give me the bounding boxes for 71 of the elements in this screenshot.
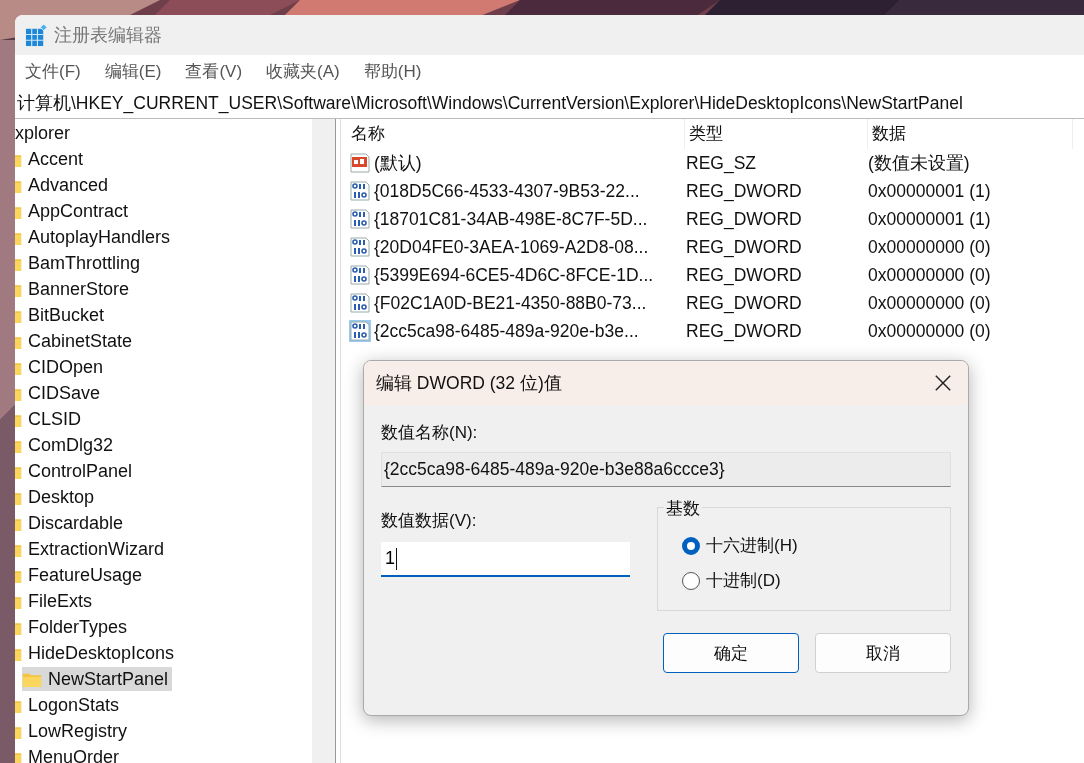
tree-item[interactable]: CIDOpen bbox=[15, 355, 108, 379]
table-cell-text: 0x00000001 (1) bbox=[867, 180, 992, 202]
tree-item[interactable]: FeatureUsage bbox=[15, 563, 147, 587]
table-cell: {5399E694-6CE5-4D6C-8FCE-1D... bbox=[374, 264, 654, 286]
ok-button[interactable]: 确定 bbox=[663, 633, 799, 673]
tree-item[interactable]: Desktop bbox=[15, 485, 99, 509]
table-cell: {2cc5ca98-6485-489a-920e-b3e... bbox=[374, 320, 639, 342]
table-cell: {18701C81-34AB-498E-8C7F-5D... bbox=[374, 208, 648, 230]
table-cell-text: 0x00000000 (0) bbox=[867, 264, 992, 286]
table-cell-text: REG_DWORD bbox=[685, 236, 803, 258]
menu-item[interactable]: 查看(V) bbox=[183, 60, 245, 83]
table-cell: {018D5C66-4533-4307-9B53-22... bbox=[374, 180, 640, 202]
tree-item[interactable]: CabinetState bbox=[15, 329, 137, 353]
tree-item[interactable]: ExtractionWizard bbox=[15, 537, 169, 561]
menu-item[interactable]: 文件(F) bbox=[23, 60, 83, 83]
tree-item[interactable]: AppContract bbox=[15, 199, 133, 223]
table-cell-text: REG_DWORD bbox=[685, 292, 803, 314]
tree-item[interactable]: FileExts bbox=[15, 589, 96, 613]
tree-item[interactable]: Advanced bbox=[15, 173, 113, 197]
data-input-field[interactable]: 1 bbox=[381, 542, 630, 577]
radio-option[interactable]: 十进制(D) bbox=[682, 569, 950, 592]
table-cell: {20D04FE0-3AEA-1069-A2D8-08... bbox=[374, 236, 649, 258]
radio-button[interactable] bbox=[682, 536, 700, 555]
radio-option[interactable]: 十六进制(H) bbox=[682, 534, 950, 557]
scrollbar-track[interactable] bbox=[312, 119, 336, 763]
tree-item[interactable]: AutoplayHandlers bbox=[15, 225, 175, 249]
tree-item[interactable]: BitBucket bbox=[15, 303, 109, 327]
tree-item[interactable]: LogonStats bbox=[15, 693, 124, 717]
tree-item[interactable]: LowRegistry bbox=[15, 719, 132, 743]
tree-item[interactable]: FolderTypes bbox=[15, 615, 132, 639]
tree-item[interactable]: BamThrottling bbox=[15, 251, 145, 275]
column-header[interactable]: 类型 bbox=[685, 119, 868, 149]
dialog-title: 编辑 DWORD (32 位)值 bbox=[376, 372, 562, 395]
tree-item[interactable]: CIDSave bbox=[15, 381, 105, 405]
tree-item[interactable]: HideDesktopIcons bbox=[15, 641, 179, 665]
table-cell-text: REG_DWORD bbox=[685, 180, 803, 202]
table-cell: {F02C1A0D-BE21-4350-88B0-73... bbox=[374, 292, 647, 314]
tree-item[interactable]: MenuOrder bbox=[15, 745, 124, 763]
cancel-button[interactable]: 取消 bbox=[815, 633, 951, 673]
window-title: 注册表编辑器 bbox=[54, 24, 162, 47]
tree-item[interactable]: BannerStore bbox=[15, 277, 134, 301]
table-cell-text: REG_DWORD bbox=[685, 208, 803, 230]
tree-item[interactable]: Discardable bbox=[15, 511, 128, 535]
tree-item[interactable]: CLSID bbox=[15, 407, 85, 431]
menu-item[interactable]: 帮助(H) bbox=[361, 60, 424, 83]
table-cell-text: REG_DWORD bbox=[685, 264, 803, 286]
table-cell-text: 0x00000001 (1) bbox=[867, 208, 992, 230]
tree-item[interactable]: xplorer bbox=[15, 121, 75, 145]
name-field[interactable]: {2cc5ca98-6485-489a-920e-b3e88a6ccce3} bbox=[381, 452, 951, 487]
close-icon[interactable] bbox=[934, 374, 952, 392]
table-cell-text: 0x00000000 (0) bbox=[867, 320, 992, 342]
table-cell-text: 0x00000000 (0) bbox=[867, 236, 992, 258]
tree-item[interactable]: NewStartPanel bbox=[22, 667, 173, 691]
column-header[interactable]: 数据 bbox=[868, 119, 1073, 149]
menu-item[interactable]: 收藏夹(A) bbox=[264, 60, 342, 83]
address-field[interactable]: 计算机\HKEY_CURRENT_USER\Software\Microsoft\Windows\CurrentVersion\Explorer\HideDesktopIcons\NewStartPanel bbox=[15, 88, 1084, 119]
tree-item[interactable]: ComDlg32 bbox=[15, 433, 118, 457]
field-label: 数值名称(N): bbox=[381, 422, 479, 444]
tree-item[interactable]: Accent bbox=[15, 147, 88, 171]
field-label: 数值数据(V): bbox=[381, 510, 478, 532]
menu-item[interactable]: 编辑(E) bbox=[102, 60, 164, 83]
group-label: 基数 bbox=[664, 497, 702, 520]
tree-item[interactable]: ControlPanel bbox=[15, 459, 137, 483]
column-header[interactable]: 名称 bbox=[349, 119, 685, 149]
radio-button[interactable] bbox=[682, 571, 700, 590]
table-cell-text: REG_DWORD bbox=[685, 320, 803, 342]
table-cell-text: (默认) bbox=[374, 152, 422, 175]
table-cell-text: (数值未设置) bbox=[867, 152, 971, 175]
table-cell-text: REG_SZ bbox=[685, 152, 758, 174]
table-cell-text: 0x00000000 (0) bbox=[867, 292, 992, 314]
grid-icon bbox=[25, 23, 48, 47]
